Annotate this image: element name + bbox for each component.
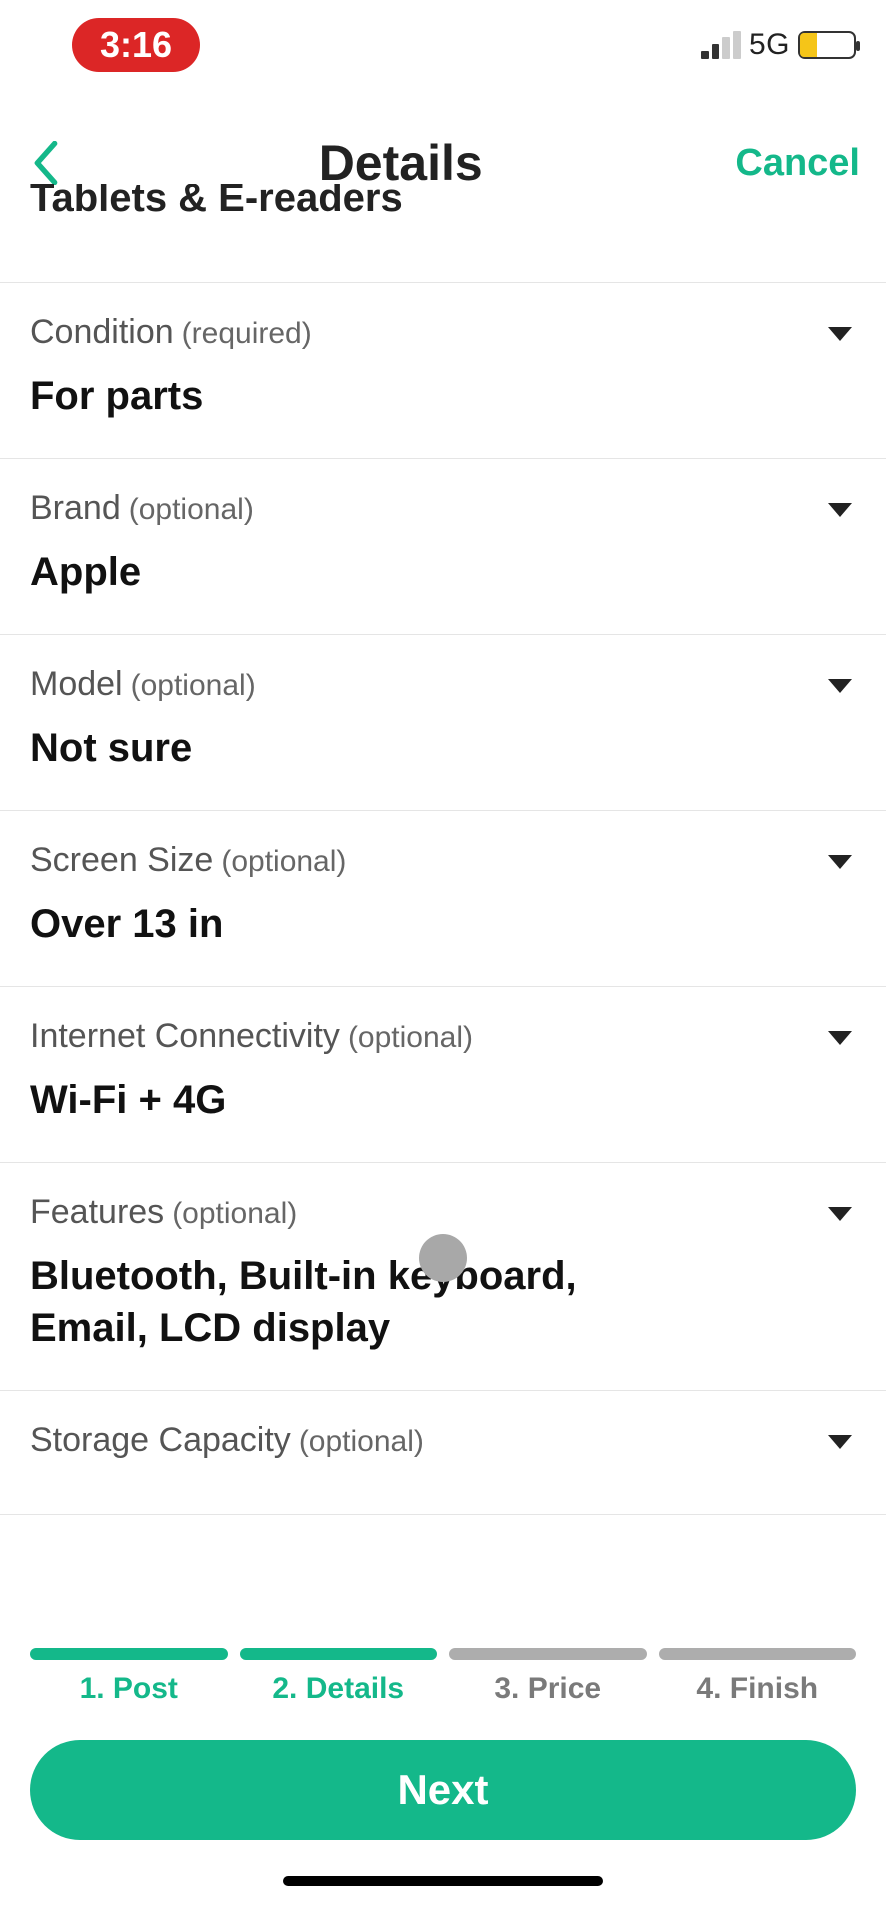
- field-row[interactable]: Brand (optional) Apple: [0, 458, 886, 634]
- chevron-down-icon: [828, 1207, 852, 1221]
- field-value: Over 13 in: [30, 898, 700, 950]
- chevron-down-icon: [828, 855, 852, 869]
- field-label: Screen Size (optional): [30, 841, 856, 880]
- progress-step-label: 2. Details: [272, 1672, 404, 1706]
- field-requirement: (optional): [129, 493, 254, 527]
- status-bar: 3:16 5G: [0, 0, 886, 90]
- field-label-text: Model: [30, 665, 123, 704]
- home-indicator: [283, 1876, 603, 1886]
- field-requirement: (optional): [299, 1425, 424, 1459]
- field-requirement: (optional): [172, 1197, 297, 1231]
- field-row[interactable]: Condition (required) For parts: [0, 282, 886, 458]
- chevron-down-icon: [828, 327, 852, 341]
- status-time: 3:16: [72, 18, 200, 72]
- details-form: Condition (required) For parts Brand (opti…: [0, 282, 886, 1515]
- field-value: Apple: [30, 546, 700, 598]
- field-value: Bluetooth, Built-in keyboard, Email, LCD…: [30, 1250, 700, 1354]
- chevron-down-icon: [828, 1031, 852, 1045]
- field-row[interactable]: Storage Capacity (optional): [0, 1390, 886, 1515]
- field-label: Internet Connectivity (optional): [30, 1017, 856, 1056]
- progress-step: 1. Post: [30, 1648, 228, 1706]
- field-row[interactable]: Model (optional) Not sure: [0, 634, 886, 810]
- progress-step-bar: [659, 1648, 857, 1660]
- field-requirement: (optional): [131, 669, 256, 703]
- field-row[interactable]: Internet Connectivity (optional) Wi-Fi + …: [0, 986, 886, 1162]
- field-label-text: Internet Connectivity: [30, 1017, 340, 1056]
- field-row[interactable]: Screen Size (optional) Over 13 in: [0, 810, 886, 986]
- next-button[interactable]: Next: [30, 1740, 856, 1840]
- field-label-text: Features: [30, 1193, 164, 1232]
- progress-steps: 1. Post 2. Details 3. Price 4. Finish: [30, 1648, 856, 1706]
- chevron-down-icon: [828, 503, 852, 517]
- progress-step: 3. Price: [449, 1648, 647, 1706]
- field-label: Features (optional): [30, 1193, 856, 1232]
- bottom-bar: 1. Post 2. Details 3. Price 4. Finish Next: [0, 1648, 886, 1920]
- progress-step: 2. Details: [240, 1648, 438, 1706]
- field-label-text: Condition: [30, 313, 174, 352]
- chevron-down-icon: [828, 1435, 852, 1449]
- progress-step-bar: [30, 1648, 228, 1660]
- subcategory-header: Tablets & E-readers: [0, 184, 886, 238]
- field-requirement: (optional): [348, 1021, 473, 1055]
- field-value: For parts: [30, 370, 700, 422]
- progress-step: 4. Finish: [659, 1648, 857, 1706]
- field-label-text: Brand: [30, 489, 121, 528]
- cancel-button[interactable]: Cancel: [735, 142, 860, 185]
- field-requirement: (required): [182, 317, 312, 351]
- progress-step-label: 4. Finish: [696, 1672, 818, 1706]
- status-right: 5G: [701, 28, 856, 62]
- touch-indicator-icon: [419, 1234, 467, 1282]
- chevron-left-icon: [33, 141, 59, 185]
- progress-step-bar: [449, 1648, 647, 1660]
- chevron-down-icon: [828, 679, 852, 693]
- field-label-text: Screen Size: [30, 841, 213, 880]
- field-value: Not sure: [30, 722, 700, 774]
- progress-step-label: 3. Price: [494, 1672, 601, 1706]
- field-label-text: Storage Capacity: [30, 1421, 291, 1460]
- field-requirement: (optional): [221, 845, 346, 879]
- field-value: Wi-Fi + 4G: [30, 1074, 700, 1126]
- nav-bar: Details Cancel: [0, 90, 886, 192]
- battery-icon: [798, 31, 856, 59]
- cellular-signal-icon: [701, 31, 741, 59]
- progress-step-bar: [240, 1648, 438, 1660]
- field-label: Brand (optional): [30, 489, 856, 528]
- field-label: Model (optional): [30, 665, 856, 704]
- field-label: Condition (required): [30, 313, 856, 352]
- field-label: Storage Capacity (optional): [30, 1421, 856, 1460]
- network-label: 5G: [749, 28, 790, 62]
- progress-step-label: 1. Post: [80, 1672, 178, 1706]
- back-button[interactable]: [26, 137, 66, 189]
